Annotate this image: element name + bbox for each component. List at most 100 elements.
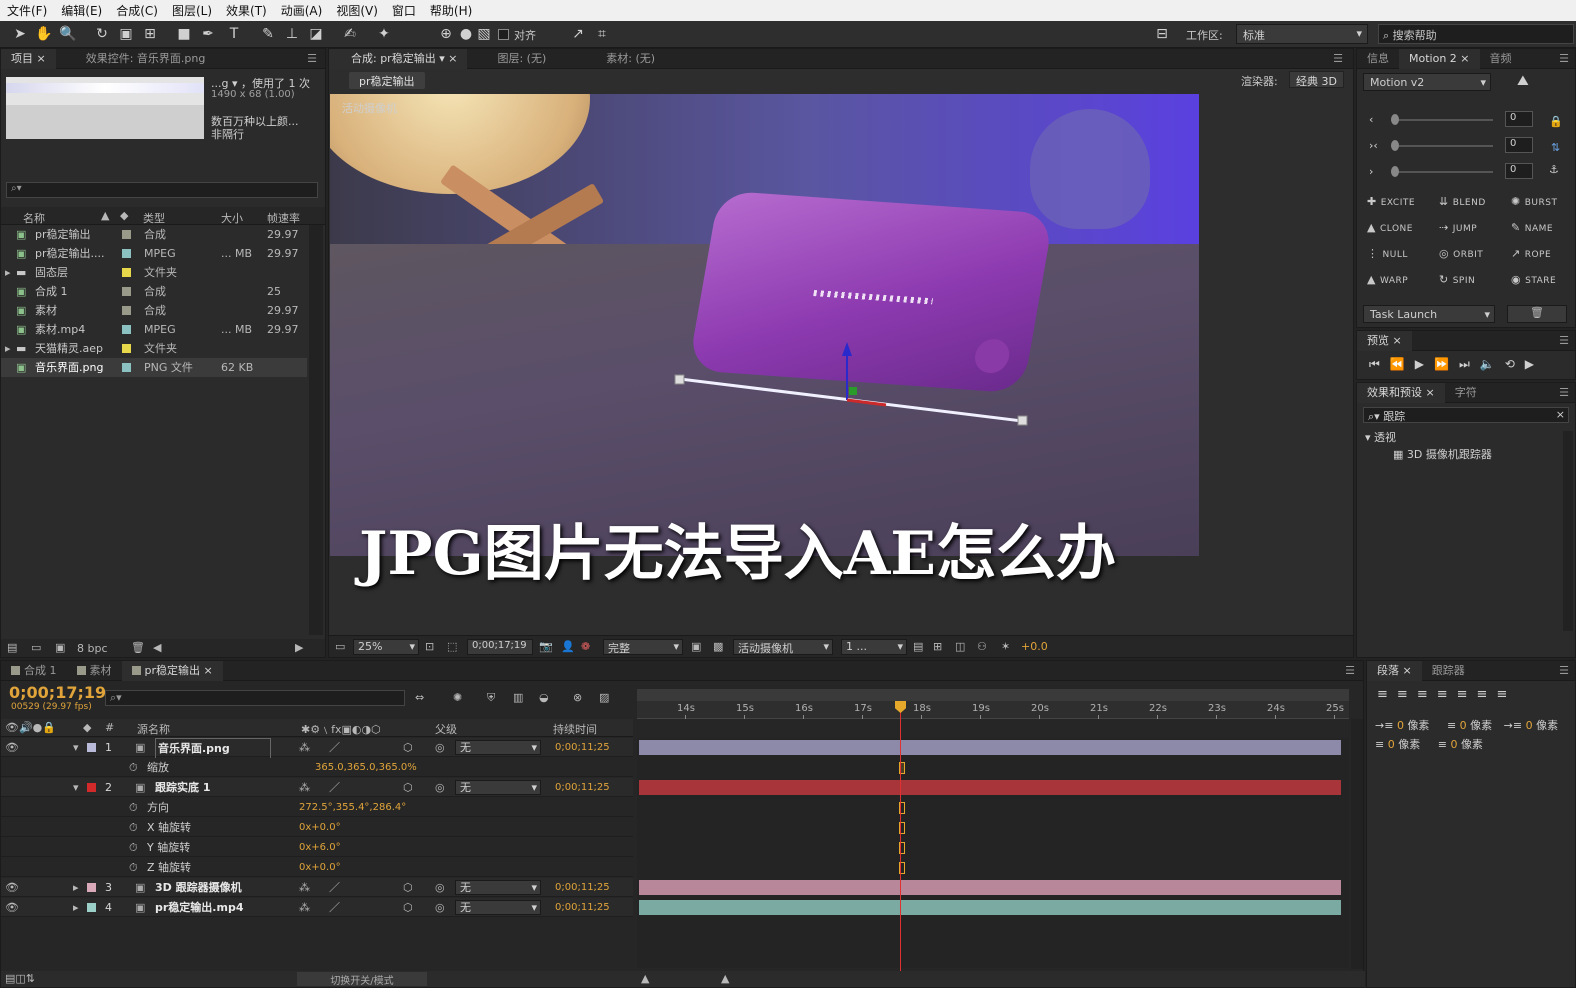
work-area-bar[interactable] (637, 689, 1349, 701)
justify-left-icon[interactable]: ≡ (1437, 687, 1457, 702)
motion-warp-button[interactable]: ▲ WARP (1367, 273, 1408, 286)
fast-preview-icon[interactable]: ⊞ (933, 640, 942, 653)
project-search-input[interactable]: ⌕▾ (6, 182, 318, 198)
graph-editor-icon[interactable]: ⊗ (573, 691, 582, 704)
menu-item[interactable]: 帮助(H) (423, 2, 479, 19)
layer-duration[interactable]: 0;00;11;25 (555, 738, 610, 757)
layer-duration-bar[interactable] (639, 880, 1341, 895)
effects-item[interactable]: ▦ 3D 摄像机跟踪器 (1393, 446, 1492, 462)
toggle-switches-modes-button[interactable]: 切换开关/模式 (297, 972, 427, 987)
comp-subtab[interactable]: pr稳定输出 (349, 72, 425, 89)
workspace-select[interactable]: 标准 ▾ (1236, 24, 1368, 44)
tab-footage[interactable]: 素材: (无) (556, 49, 665, 69)
timeline-property-row[interactable]: ⏱ X 轴旋转 0x+0.0° (1, 818, 633, 837)
3d-layer-icon[interactable]: ⬡ (403, 878, 413, 897)
transparency-grid-icon[interactable]: ▩ (713, 640, 723, 653)
motion-rope-button[interactable]: ↗ ROPE (1511, 247, 1551, 260)
justify-all-icon[interactable]: ≡ (1496, 687, 1516, 702)
quality-switch-icon[interactable]: ／ (329, 778, 340, 797)
audio-icon[interactable]: 🔈 (1480, 357, 1505, 371)
scroll-left-icon[interactable]: ◀ (153, 641, 161, 654)
snap-edge-icon[interactable]: ↗ (568, 24, 588, 44)
property-value[interactable]: 0x+0.0° (299, 818, 341, 837)
motion-slider-track[interactable] (1391, 119, 1493, 121)
timeline-layer-row[interactable]: 👁 ▸ 4 ▣ pr稳定输出.mp4 ⁂ ／ ⬡ ◎ 无 ▾ 0;00;11;25 (1, 898, 633, 917)
col-parent[interactable]: 父级 (435, 721, 457, 737)
timeline-timecode[interactable]: 0;00;17;19 (9, 683, 106, 702)
camera-tracker-gizmo[interactable] (330, 94, 1199, 556)
property-value[interactable]: 272.5°,355.4°,286.4° (299, 798, 406, 817)
label-color-swatch[interactable] (122, 306, 131, 315)
motion-slider-thumb[interactable] (1391, 114, 1399, 125)
zoom-in-icon[interactable]: ▲ (721, 972, 729, 985)
motion-slider-track[interactable] (1391, 145, 1493, 147)
zoom-select[interactable]: 25% ▾ (353, 639, 419, 655)
col-duration[interactable]: 持续时间 (553, 721, 597, 737)
motion-slider-value[interactable]: 0 (1505, 163, 1533, 179)
alignment-buttons[interactable]: ≡≡≡≡≡≡≡ (1377, 687, 1516, 702)
motion-orbit-button[interactable]: ◎ ORBIT (1439, 247, 1483, 260)
col-size[interactable]: 大小 (221, 210, 243, 226)
menu-item[interactable]: 窗口 (385, 2, 423, 19)
project-scrollbar[interactable] (309, 225, 323, 635)
slider-mode-icon[interactable]: ‹ (1369, 113, 1373, 126)
project-item[interactable]: ▣ 素材.mp4 MPEG ... MB 29.97 (1, 320, 307, 339)
parent-select[interactable]: 无 ▾ (455, 740, 541, 755)
next-frame-icon[interactable]: ⏩ (1434, 357, 1459, 371)
comp-viewer[interactable]: 活动摄像机 (330, 94, 1199, 556)
project-item[interactable]: ▣ 音乐界面.png PNG 文件 62 KB (1, 358, 307, 377)
zoom-tool-icon[interactable]: 🔍 (58, 24, 78, 44)
timeline-tab[interactable]: pr稳定输出 × (121, 660, 223, 681)
stopwatch-icon[interactable]: ⏱ (129, 798, 138, 817)
rotate-tool-icon[interactable]: ↻ (92, 24, 112, 44)
pan-behind-tool-icon[interactable]: ⊞ (140, 24, 160, 44)
timeline-icon[interactable]: ◫ (955, 640, 965, 653)
tab-preview[interactable]: 预览 × (1357, 330, 1412, 351)
comp-panel-menu-icon[interactable]: ☰ (1333, 52, 1353, 65)
space-before-value[interactable]: 0 (1388, 738, 1395, 751)
tab-info[interactable]: 信息 (1357, 49, 1399, 69)
roto-brush-tool-icon[interactable]: ✍ (340, 24, 360, 44)
anchor-icon[interactable]: ⚓ (1549, 163, 1559, 176)
motion-burst-button[interactable]: ✺ BURST (1511, 195, 1557, 208)
label-color-swatch[interactable] (87, 783, 96, 792)
indent-left-value[interactable]: 0 (1397, 719, 1404, 732)
property-value[interactable]: 365.0,365.0,365.0% (315, 758, 417, 777)
timeline-search-input[interactable]: ⌕▾ (105, 690, 405, 706)
col-source-name[interactable]: 源名称 (137, 721, 170, 737)
stopwatch-icon[interactable]: ⏱ (129, 838, 138, 857)
project-item[interactable]: ▣ 合成 1 合成 25 (1, 282, 307, 301)
layer-duration-bar[interactable] (639, 740, 1341, 755)
shy-switch-icon[interactable]: ⁂ (299, 898, 310, 917)
exposure-reset-icon[interactable]: ✶ (1001, 640, 1010, 653)
layer-name[interactable]: 跟踪实底 1 (155, 778, 210, 797)
menu-item[interactable]: 文件(F) (0, 2, 54, 19)
pen-tool-icon[interactable]: ✒ (198, 24, 218, 44)
label-color-swatch[interactable] (122, 268, 131, 277)
renderer-select[interactable]: 经典 3D (1289, 71, 1344, 88)
tab-layer[interactable]: 图层: (无) (467, 49, 556, 69)
footer-toggles-icon[interactable]: ▤◫⇅ (5, 972, 35, 985)
visibility-eye-icon[interactable]: 👁 (5, 738, 19, 757)
expand-triangle-icon[interactable]: ▾ (73, 738, 79, 757)
layer-duration-bar[interactable] (639, 780, 1341, 795)
lock-icon[interactable]: 🔒 (1549, 115, 1563, 128)
layer-duration[interactable]: 0;00;11;25 (555, 878, 610, 897)
slider-mode-icon[interactable]: ›‹ (1369, 139, 1378, 152)
view-axis-icon[interactable]: ▧ (474, 24, 494, 44)
motion-stare-button[interactable]: ◉ STARE (1511, 273, 1556, 286)
effects-search-input[interactable]: ⌕▾ 跟踪 × (1363, 407, 1569, 423)
always-preview-icon[interactable]: ▭ (335, 640, 345, 653)
camera-select[interactable]: 活动摄像机 ▾ (733, 639, 833, 655)
current-time-field[interactable]: 0;00;17;19 (467, 639, 533, 655)
motion-menu-icon[interactable]: ☰ (1559, 52, 1575, 65)
selection-tool-icon[interactable]: ➤ (10, 24, 30, 44)
label-color-swatch[interactable] (122, 363, 131, 372)
visibility-eye-icon[interactable]: 👁 (5, 898, 19, 917)
expand-triangle-icon[interactable]: ▸ (73, 878, 79, 897)
layer-duration[interactable]: 0;00;11;25 (555, 778, 610, 797)
quality-switch-icon[interactable]: ／ (329, 738, 340, 757)
snap-checkbox[interactable] (498, 29, 509, 40)
label-color-swatch[interactable] (122, 325, 131, 334)
brush-tool-icon[interactable]: ✎ (258, 24, 278, 44)
